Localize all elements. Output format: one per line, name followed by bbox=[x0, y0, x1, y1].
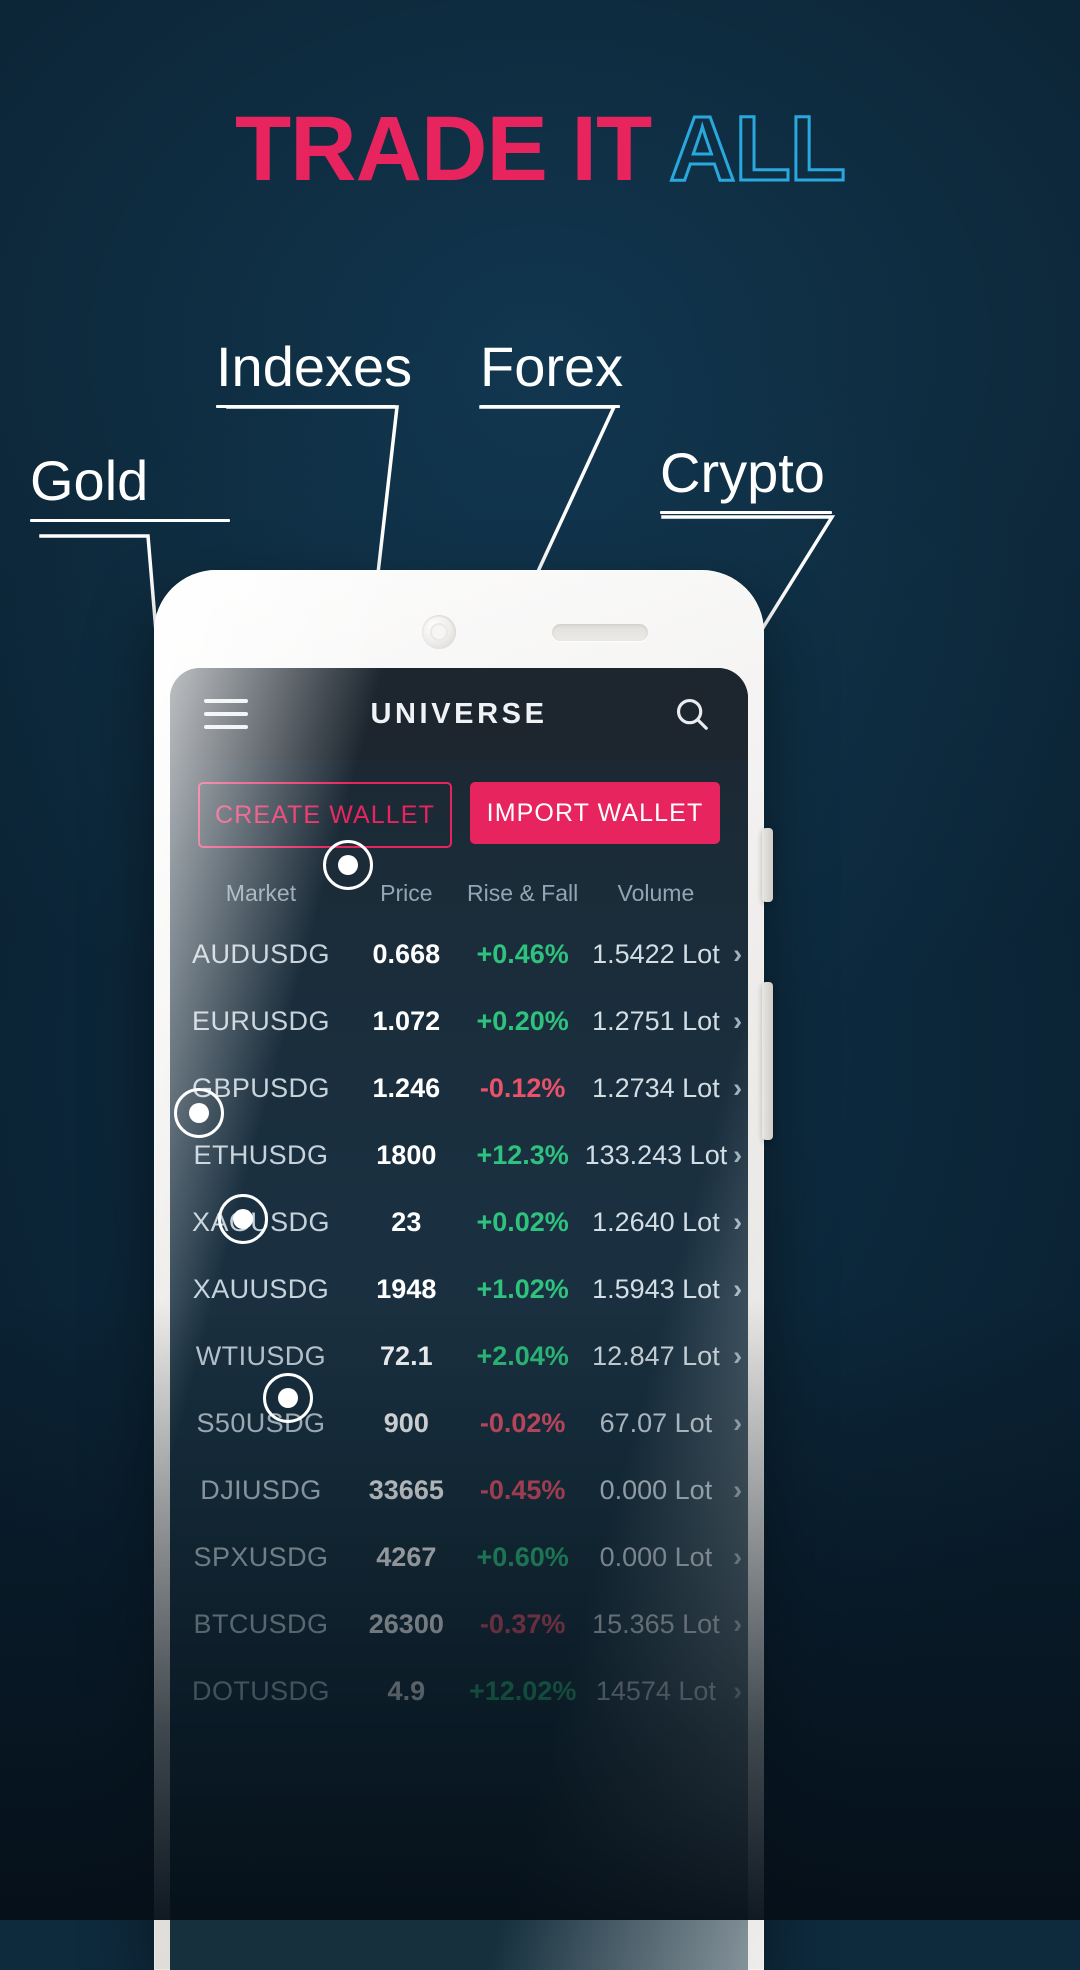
column-header-volume: Volume bbox=[617, 880, 695, 906]
cell-volume: 1.2640 Lot bbox=[592, 1207, 720, 1237]
import-wallet-button[interactable]: IMPORT WALLET bbox=[470, 782, 720, 844]
leader-marker-crypto bbox=[263, 1373, 313, 1423]
app-title: UNIVERSE bbox=[370, 697, 548, 730]
column-header-change: Rise & Fall bbox=[467, 880, 579, 906]
cell-market: EURUSDG bbox=[192, 1006, 330, 1036]
headline-outline: ALL bbox=[668, 98, 848, 200]
headline-solid: TRADE IT bbox=[234, 98, 652, 200]
chevron-right-icon[interactable]: › bbox=[727, 988, 748, 1055]
chevron-right-icon[interactable]: › bbox=[727, 921, 748, 988]
column-header-arrow bbox=[727, 872, 748, 921]
cell-volume: 1.5422 Lot bbox=[592, 939, 720, 969]
leader-marker-gold bbox=[174, 1088, 224, 1138]
chevron-right-icon[interactable]: › bbox=[727, 1055, 748, 1122]
table-row[interactable]: EURUSDG 1.072 +0.20% 1.2751 Lot › bbox=[170, 988, 748, 1055]
cell-volume: 1.2734 Lot bbox=[592, 1073, 720, 1103]
earpiece-speaker bbox=[552, 624, 648, 641]
cell-change: +12.3% bbox=[476, 1140, 569, 1170]
bottom-fade bbox=[0, 1300, 1080, 1920]
cell-price: 1800 bbox=[376, 1140, 437, 1170]
volume-down-button[interactable] bbox=[762, 982, 773, 1140]
cell-change: +0.46% bbox=[476, 939, 569, 969]
table-header-row: Market Price Rise & Fall Volume bbox=[170, 872, 748, 921]
create-wallet-button[interactable]: CREATE WALLET bbox=[198, 782, 452, 848]
cell-change: +0.02% bbox=[476, 1207, 569, 1237]
callout-indexes-label: Indexes bbox=[216, 335, 413, 398]
callout-gold: Gold bbox=[30, 449, 230, 522]
page-title: TRADE IT ALL bbox=[0, 102, 1080, 197]
cell-price: 1.072 bbox=[372, 1006, 441, 1036]
front-camera-icon bbox=[422, 615, 456, 649]
cell-market: AUDUSDG bbox=[192, 939, 330, 969]
callout-indexes-rule bbox=[216, 404, 396, 408]
callout-crypto-label: Crypto bbox=[660, 441, 825, 504]
column-header-market: Market bbox=[225, 880, 297, 906]
table-row[interactable]: AUDUSDG 0.668 +0.46% 1.5422 Lot › bbox=[170, 921, 748, 988]
leader-marker-forex bbox=[218, 1194, 268, 1244]
callout-gold-rule bbox=[30, 518, 230, 522]
cell-price: 23 bbox=[391, 1207, 422, 1237]
table-row[interactable]: GBPUSDG 1.246 -0.12% 1.2734 Lot › bbox=[170, 1055, 748, 1122]
search-icon[interactable] bbox=[670, 695, 714, 733]
volume-up-button[interactable] bbox=[762, 828, 773, 902]
callout-indexes: Indexes bbox=[216, 335, 413, 408]
cell-price: 1.246 bbox=[372, 1073, 441, 1103]
cell-change: -0.12% bbox=[479, 1073, 566, 1103]
callout-gold-label: Gold bbox=[30, 449, 149, 512]
chevron-right-icon[interactable]: › bbox=[727, 1122, 748, 1189]
table-row[interactable]: ETHUSDG 1800 +12.3% 133.243 Lot › bbox=[170, 1122, 748, 1189]
cell-volume: 1.2751 Lot bbox=[592, 1006, 720, 1036]
callout-forex-label: Forex bbox=[480, 335, 624, 398]
wallet-actions: CREATE WALLET IMPORT WALLET bbox=[170, 760, 748, 862]
cell-change: +0.20% bbox=[476, 1006, 569, 1036]
callout-forex-rule bbox=[480, 404, 620, 408]
callout-forex: Forex bbox=[480, 335, 624, 408]
hamburger-icon[interactable] bbox=[204, 699, 248, 729]
callout-crypto: Crypto bbox=[660, 441, 832, 514]
app-header: UNIVERSE bbox=[170, 668, 748, 760]
cell-price: 0.668 bbox=[372, 939, 441, 969]
chevron-right-icon[interactable]: › bbox=[727, 1189, 748, 1256]
callout-crypto-rule bbox=[660, 510, 832, 514]
cell-volume: 133.243 Lot bbox=[584, 1140, 728, 1170]
leader-marker-indexes bbox=[323, 840, 373, 890]
